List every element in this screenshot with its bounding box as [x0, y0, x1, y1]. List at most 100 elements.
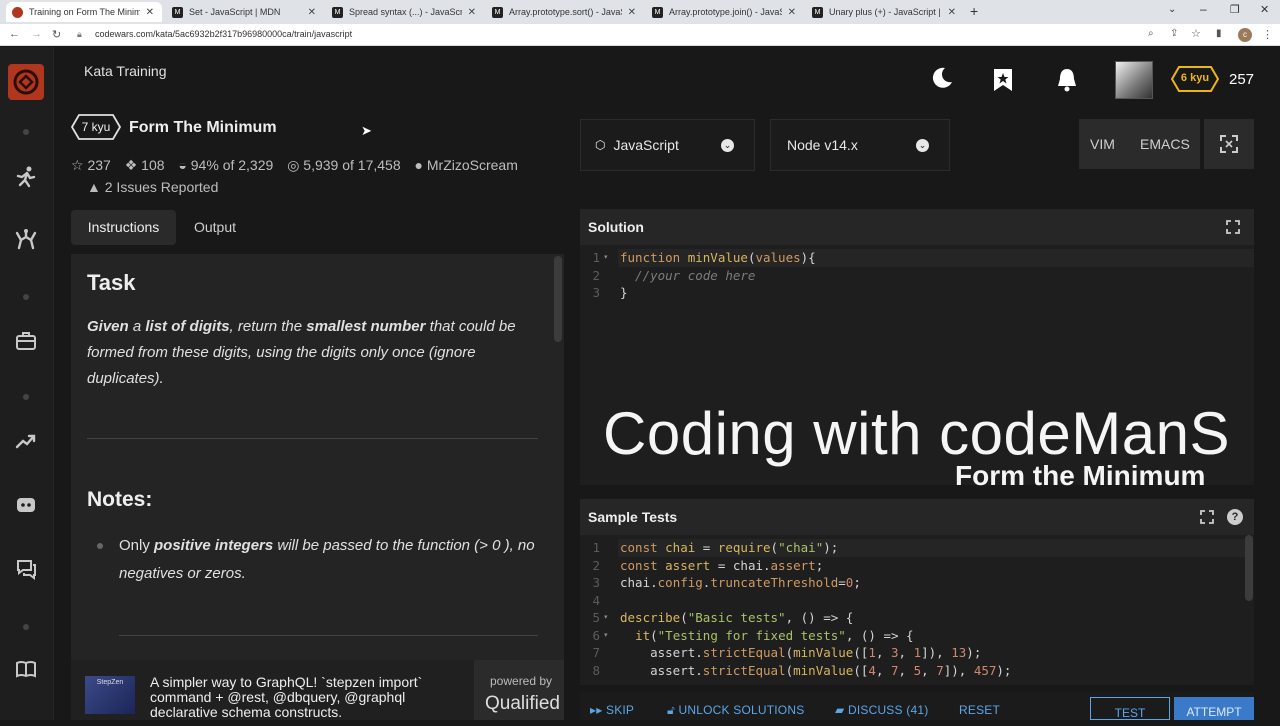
unlock-label: UNLOCK SOLUTIONS: [678, 703, 805, 717]
browser-tab-mdn-set[interactable]: M Set - JavaScript | MDN ✕: [166, 2, 324, 22]
page-scroll-track[interactable]: [1268, 47, 1280, 720]
chat-icon[interactable]: [13, 558, 39, 584]
ad-banner[interactable]: StepZen A simpler way to GraphQL! `stepz…: [71, 660, 474, 720]
docs-book-icon[interactable]: [13, 658, 39, 684]
attempt-button[interactable]: ATTEMPT: [1174, 697, 1254, 720]
tab-instructions[interactable]: Instructions: [71, 210, 176, 245]
browser-tab-mdn-unary[interactable]: M Unary plus (+) - JavaScript | MDN ✕: [806, 2, 964, 22]
bookmark-star-icon[interactable]: ☆: [1191, 27, 1201, 40]
tab-search-icon[interactable]: ⌄: [1168, 4, 1176, 15]
back-icon[interactable]: ←: [9, 28, 20, 40]
reload-icon[interactable]: ↻: [52, 28, 61, 41]
fold-arrow-icon[interactable]: ▾: [604, 253, 608, 261]
close-icon[interactable]: ✕: [628, 7, 636, 18]
tab-label: Set - JavaScript | MDN: [189, 7, 281, 17]
mdn-icon: M: [332, 6, 343, 18]
bookmark-icon[interactable]: [992, 67, 1014, 100]
tab-output[interactable]: Output: [180, 210, 250, 245]
close-icon[interactable]: ✕: [948, 7, 956, 18]
emacs-button[interactable]: EMACS: [1140, 136, 1190, 152]
skip-button[interactable]: ▸▸ SKIP: [590, 703, 634, 726]
discord-icon[interactable]: [13, 494, 39, 520]
issues-link[interactable]: ▲ 2 Issues Reported: [87, 179, 218, 195]
task-text: a: [128, 318, 146, 335]
browser-tab-mdn-join[interactable]: M Array.prototype.join() - JavaScrip ✕: [646, 2, 804, 22]
dark-mode-moon-icon[interactable]: [930, 66, 954, 97]
close-icon[interactable]: ✕: [146, 7, 154, 18]
sidebar-dot: [23, 129, 29, 135]
javascript-icon: ⬡: [595, 138, 606, 152]
overlay-title: Coding with codeManS: [603, 400, 1231, 467]
test-button[interactable]: TEST: [1090, 697, 1170, 720]
issues-label: 2 Issues Reported: [104, 179, 219, 195]
sidebar: [0, 47, 54, 720]
divider: [87, 438, 538, 439]
side-panel-icon[interactable]: ▮: [1216, 28, 1222, 39]
discuss-button[interactable]: ▰ DISCUSS (41): [835, 703, 928, 726]
reset-button[interactable]: RESET: [959, 703, 1000, 726]
fold-arrow-icon[interactable]: ▾: [604, 613, 608, 621]
practice-icon[interactable]: [13, 165, 39, 191]
discuss-label: DISCUSS (41): [847, 703, 929, 717]
qualified-badge[interactable]: powered by Qualified: [474, 660, 564, 720]
sample-tests-editor[interactable]: 1 const chai = require("chai"); 2 const as…: [580, 535, 1254, 685]
codewars-icon: [12, 6, 23, 18]
scrollbar[interactable]: [1245, 535, 1253, 601]
help-icon[interactable]: ?: [1227, 509, 1243, 525]
sidebar-dot: [23, 624, 29, 630]
author-link[interactable]: MrZizoScream: [427, 157, 518, 173]
dojo-icon[interactable]: [13, 228, 39, 254]
avatar[interactable]: [1115, 61, 1153, 99]
mdn-icon: M: [652, 6, 663, 18]
close-icon[interactable]: ✕: [468, 7, 476, 18]
close-icon[interactable]: ✕: [788, 7, 796, 18]
close-window-icon[interactable]: ✕: [1260, 3, 1269, 16]
browser-tab-mdn-sort[interactable]: M Array.prototype.sort() - JavaScrip ✕: [486, 2, 644, 22]
task-description: Given a list of digits, return the small…: [87, 314, 527, 392]
browser-tab-mdn-spread[interactable]: M Spread syntax (...) - JavaScript | M ✕: [326, 2, 484, 22]
share-icon[interactable]: ⇪: [1170, 28, 1178, 39]
vim-button[interactable]: VIM: [1090, 136, 1115, 152]
browser-tab-codewars[interactable]: Training on Form The Minimum | ✕: [6, 2, 162, 22]
honor-score: 257: [1229, 71, 1255, 88]
tab-label: Array.prototype.sort() - JavaScrip: [509, 7, 622, 17]
codewars-logo[interactable]: [8, 64, 44, 100]
rank-badge[interactable]: 6 kyu: [1171, 66, 1219, 92]
restore-icon[interactable]: ❐: [1230, 3, 1240, 16]
task-text: , return the: [229, 318, 307, 335]
collections-icon[interactable]: ❖: [125, 157, 138, 173]
url-text[interactable]: codewars.com/kata/5ac6932b2f317b96980000…: [95, 29, 352, 39]
collections-count: 108: [141, 157, 165, 173]
lock-open-icon: 🔓︎: [667, 703, 679, 717]
star-icon[interactable]: ☆: [71, 157, 84, 173]
satisfaction-icon: ◒: [178, 157, 187, 173]
close-icon[interactable]: ✕: [308, 7, 316, 18]
expand-icon[interactable]: [1226, 220, 1240, 234]
runtime-select[interactable]: Node v14.x ⌄: [770, 119, 950, 171]
expand-icon[interactable]: [1200, 510, 1214, 524]
completed-icon: ◎: [287, 157, 300, 173]
scrollbar[interactable]: [554, 256, 562, 342]
zoom-icon[interactable]: ⌕: [1148, 28, 1154, 39]
briefcase-icon[interactable]: [13, 330, 39, 356]
task-heading: Task: [87, 270, 136, 295]
fold-arrow-icon[interactable]: ▾: [604, 631, 608, 639]
trending-icon[interactable]: [13, 430, 39, 456]
profile-avatar[interactable]: c: [1238, 28, 1252, 42]
address-bar: ← → ↻ 🔒︎ codewars.com/kata/5ac6932b2f317…: [0, 24, 1280, 46]
task-bold-smallest: smallest number: [306, 318, 426, 335]
forward-icon[interactable]: →: [31, 28, 42, 40]
note-item: Only positive integers will be passed to…: [119, 532, 539, 588]
browser-menu-icon[interactable]: ⋮: [1262, 28, 1273, 41]
new-tab-icon[interactable]: +: [970, 3, 978, 19]
minimize-icon[interactable]: –: [1200, 2, 1207, 16]
solution-header: Solution: [580, 209, 1254, 245]
unlock-solutions-button[interactable]: 🔓︎ UNLOCK SOLUTIONS: [667, 703, 804, 726]
user-icon: ●: [414, 157, 423, 173]
notifications-bell-icon[interactable]: [1055, 67, 1079, 100]
fullscreen-button[interactable]: [1204, 119, 1254, 169]
codewars-logo-icon: [13, 69, 39, 95]
qualified-logo: Qualified: [485, 693, 560, 714]
language-select[interactable]: ⬡ JavaScript ⌄: [580, 119, 755, 171]
solution-title: Solution: [588, 219, 644, 235]
